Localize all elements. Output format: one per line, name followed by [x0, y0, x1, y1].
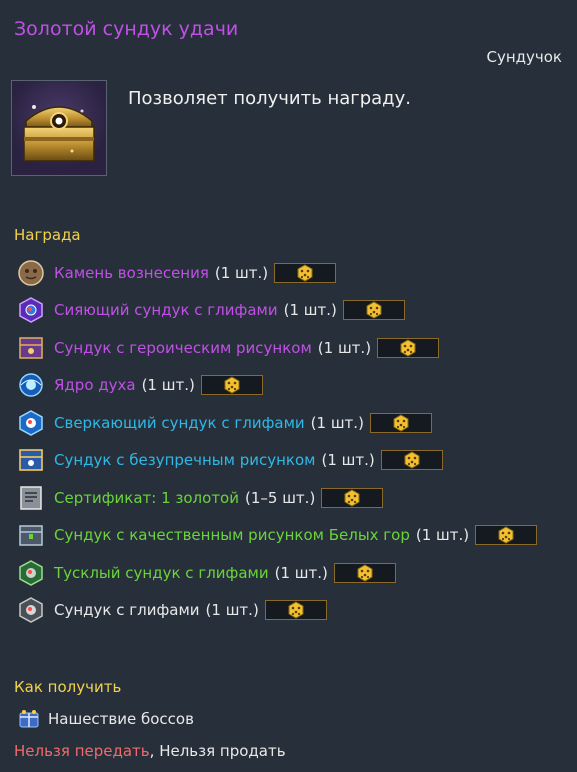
- reward-quantity: (1 шт.): [274, 563, 328, 582]
- reward-item[interactable]: Сундук с качественным рисунком Белых гор…: [16, 517, 576, 555]
- sparkling-glyph-chest-icon: [16, 408, 46, 438]
- reward-quantity: (1 шт.): [415, 526, 470, 545]
- reward-name: Тусклый сундук с глифами: [54, 563, 269, 582]
- reward-item[interactable]: Тусклый сундук с глифами (1 шт.): [16, 554, 576, 592]
- no-transfer-label: Нельзя передать: [14, 742, 150, 760]
- glyph-chest-icon: [16, 595, 46, 625]
- item-category: Сундучок: [486, 48, 562, 66]
- item-tooltip: Золотой сундук удачи Сундучок Позволяет …: [0, 0, 577, 772]
- dice-icon: [399, 339, 417, 357]
- reward-item[interactable]: Ядро духа (1 шт.): [16, 367, 576, 405]
- reward-name: Сундук с качественным рисунком Белых гор: [54, 526, 410, 545]
- dull-glyph-chest-icon: [16, 558, 46, 588]
- heroic-pattern-chest-icon: [16, 333, 46, 363]
- source-label: Нашествие боссов: [48, 710, 194, 728]
- reward-item[interactable]: Сверкающий сундук с глифами (1 шт.): [16, 404, 576, 442]
- drop-chance-button[interactable]: [333, 562, 396, 583]
- dice-icon: [223, 376, 241, 394]
- dice-icon: [403, 451, 421, 469]
- dice-icon: [287, 601, 305, 619]
- reward-header: Награда: [14, 226, 81, 244]
- reward-item[interactable]: Сияющий сундук с глифами (1 шт.): [16, 292, 576, 330]
- flawless-pattern-chest-icon: [16, 445, 46, 475]
- boss-invasion-icon: [16, 706, 42, 732]
- dice-icon: [356, 564, 374, 582]
- reward-item[interactable]: Сундук с безупречным рисунком (1 шт.): [16, 442, 576, 480]
- drop-chance-button[interactable]: [369, 412, 432, 433]
- reward-item[interactable]: Сертификат: 1 золотой (1–5 шт.): [16, 479, 576, 517]
- drop-chance-button[interactable]: [475, 525, 538, 546]
- reward-list: Камень вознесения (1 шт.) Сияющий сундук с…: [16, 254, 576, 629]
- reward-name: Сундук с глифами: [54, 601, 200, 620]
- item-description: Позволяет получить награду.: [128, 88, 411, 109]
- reward-name: Сияющий сундук с глифами: [54, 301, 278, 320]
- reward-item[interactable]: Сундук с героическим рисунком (1 шт.): [16, 329, 576, 367]
- reward-name: Ядро духа: [54, 376, 136, 395]
- reward-name: Сундук с героическим рисунком: [54, 338, 312, 357]
- reward-quantity: (1–5 шт.): [245, 488, 316, 507]
- reward-name: Сверкающий сундук с глифами: [54, 413, 305, 432]
- no-sell-label: Нельзя продать: [159, 742, 286, 760]
- drop-chance-button[interactable]: [377, 337, 440, 358]
- reward-quantity: (1 шт.): [321, 451, 375, 470]
- reward-item[interactable]: Сундук с глифами (1 шт.): [16, 592, 576, 630]
- drop-chance-button[interactable]: [321, 487, 384, 508]
- reward-item[interactable]: Камень вознесения (1 шт.): [16, 254, 576, 292]
- reward-quantity: (1 шт.): [317, 338, 372, 357]
- reward-name: Сундук с безупречным рисунком: [54, 451, 316, 470]
- item-title: Золотой сундук удачи: [14, 18, 239, 40]
- golden-chest-icon: [11, 80, 107, 176]
- radiant-glyph-chest-icon: [16, 295, 46, 325]
- how-to-get-header: Как получить: [14, 678, 122, 696]
- quality-pattern-chest-icon: [16, 520, 46, 550]
- certificate-icon: [16, 483, 46, 513]
- ascension-stone-icon: [16, 258, 46, 288]
- reward-quantity: (1 шт.): [214, 263, 269, 282]
- trade-restrictions: Нельзя передать, Нельзя продать: [14, 742, 286, 760]
- dice-icon: [296, 264, 314, 282]
- source-row[interactable]: Нашествие боссов: [16, 706, 194, 732]
- drop-chance-button[interactable]: [342, 300, 405, 321]
- reward-name: Камень вознесения: [54, 263, 209, 282]
- reward-quantity: (1 шт.): [205, 601, 259, 620]
- spirit-core-icon: [16, 370, 46, 400]
- dice-icon: [497, 526, 515, 544]
- reward-quantity: (1 шт.): [283, 301, 337, 320]
- reward-quantity: (1 шт.): [141, 376, 195, 395]
- dice-icon: [392, 414, 410, 432]
- dice-icon: [343, 489, 361, 507]
- drop-chance-button[interactable]: [274, 262, 337, 283]
- reward-name: Сертификат: 1 золотой: [54, 488, 239, 507]
- drop-chance-button[interactable]: [200, 375, 263, 396]
- reward-quantity: (1 шт.): [310, 413, 364, 432]
- drop-chance-button[interactable]: [380, 450, 443, 471]
- dice-icon: [365, 301, 383, 319]
- trade-separator: ,: [149, 742, 160, 760]
- drop-chance-button[interactable]: [264, 600, 327, 621]
